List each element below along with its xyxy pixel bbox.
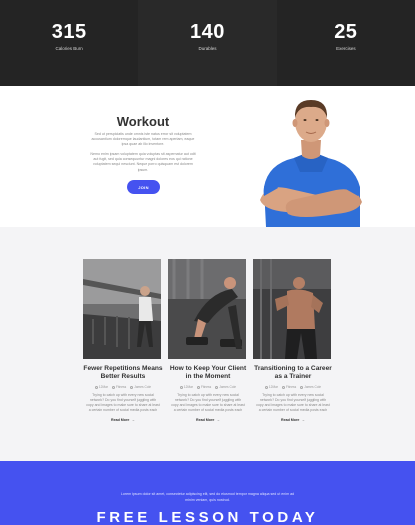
read-more-link[interactable]: Read More → bbox=[253, 418, 333, 422]
card-title[interactable]: Transitioning to a Career as a Trainer bbox=[253, 365, 333, 381]
stat-value: 315 bbox=[51, 21, 87, 43]
trainer-image bbox=[260, 100, 362, 227]
workout-title: Workout bbox=[116, 114, 170, 129]
blog-card: Transitioning to a Career as a Trainer 1… bbox=[253, 259, 333, 422]
card-meta: 12Mar Fitness James Cole bbox=[168, 385, 248, 389]
user-icon bbox=[130, 385, 134, 389]
meta-author[interactable]: James Cole bbox=[215, 385, 236, 389]
cta-band: Lorem ipsum dolor sit amet, consectetur … bbox=[0, 461, 415, 525]
card-title[interactable]: Fewer Repetitions Means Better Results bbox=[83, 365, 163, 381]
join-button[interactable]: JOIN bbox=[127, 180, 160, 194]
stat-label: Durables bbox=[198, 46, 217, 51]
arrow-right-icon: → bbox=[131, 418, 135, 422]
card-image[interactable] bbox=[168, 259, 246, 359]
blog-section: Fewer Repetitions Means Better Results 1… bbox=[0, 227, 415, 461]
meta-category[interactable]: Fitness bbox=[196, 385, 212, 389]
card-excerpt: Trying to catch up with every new social… bbox=[86, 393, 160, 412]
stat-label: Calories Burn bbox=[55, 46, 83, 51]
folder-icon bbox=[111, 385, 115, 389]
stat-label: Exercises bbox=[336, 46, 356, 51]
meta-category[interactable]: Fitness bbox=[281, 385, 297, 389]
meta-date: 12Mar bbox=[94, 385, 108, 389]
meta-category-text: Fitness bbox=[115, 385, 127, 389]
blog-card: How to Keep Your Client in the Moment 12… bbox=[168, 259, 248, 422]
meta-author-text: James Cole bbox=[134, 385, 152, 389]
meta-date: 12Mar bbox=[264, 385, 278, 389]
user-icon bbox=[215, 385, 219, 389]
user-icon bbox=[300, 385, 304, 389]
meta-date-text: 12Mar bbox=[183, 385, 193, 389]
meta-date-text: 12Mar bbox=[98, 385, 108, 389]
meta-category[interactable]: Fitness bbox=[111, 385, 127, 389]
workout-section: Workout Sed ut perspiciatis unde omnis i… bbox=[0, 86, 415, 227]
card-meta: 12Mar Fitness James Cole bbox=[253, 385, 333, 389]
meta-author[interactable]: James Cole bbox=[130, 385, 151, 389]
read-more-link[interactable]: Read More → bbox=[83, 418, 163, 422]
read-more-label: Read More bbox=[196, 418, 215, 422]
meta-category-text: Fitness bbox=[285, 385, 297, 389]
card-meta: 12Mar Fitness James Cole bbox=[83, 385, 163, 389]
meta-author-text: James Cole bbox=[219, 385, 237, 389]
read-more-label: Read More bbox=[281, 418, 300, 422]
card-excerpt: Trying to catch up with every new social… bbox=[256, 393, 330, 412]
read-more-label: Read More bbox=[111, 418, 130, 422]
read-more-link[interactable]: Read More → bbox=[168, 418, 248, 422]
workout-paragraph: Nemo enim ipsam voluptatem quia voluptas… bbox=[90, 152, 196, 172]
workout-paragraph: Sed ut perspiciatis unde omnis iste natu… bbox=[91, 132, 195, 147]
stat-value: 25 bbox=[334, 21, 358, 43]
stat-calories: 315 Calories Burn bbox=[0, 0, 139, 86]
card-image[interactable] bbox=[253, 259, 331, 359]
calendar-icon bbox=[179, 385, 183, 389]
blog-card: Fewer Repetitions Means Better Results 1… bbox=[83, 259, 163, 422]
card-image[interactable] bbox=[83, 259, 161, 359]
folder-icon bbox=[196, 385, 200, 389]
arrow-right-icon: → bbox=[216, 418, 220, 422]
stat-durables: 140 Durables bbox=[138, 0, 277, 86]
cta-title[interactable]: FREE LESSON TODAY bbox=[0, 509, 415, 525]
arrow-right-icon: → bbox=[301, 418, 305, 422]
meta-author-text: James Cole bbox=[304, 385, 322, 389]
meta-category-text: Fitness bbox=[200, 385, 212, 389]
calendar-icon bbox=[94, 385, 98, 389]
stat-exercises: 25 Exercises bbox=[276, 0, 415, 86]
card-excerpt: Trying to catch up with every new social… bbox=[171, 393, 245, 412]
folder-icon bbox=[281, 385, 285, 389]
meta-author[interactable]: James Cole bbox=[300, 385, 321, 389]
stat-value: 140 bbox=[190, 21, 225, 43]
calendar-icon bbox=[264, 385, 268, 389]
stats-band: 315 Calories Burn 140 Durables 25 Exerci… bbox=[0, 0, 415, 86]
cta-text: Lorem ipsum dolor sit amet, consectetur … bbox=[120, 492, 295, 502]
meta-date: 12Mar bbox=[179, 385, 193, 389]
card-title[interactable]: How to Keep Your Client in the Moment bbox=[168, 365, 248, 381]
meta-date-text: 12Mar bbox=[268, 385, 278, 389]
